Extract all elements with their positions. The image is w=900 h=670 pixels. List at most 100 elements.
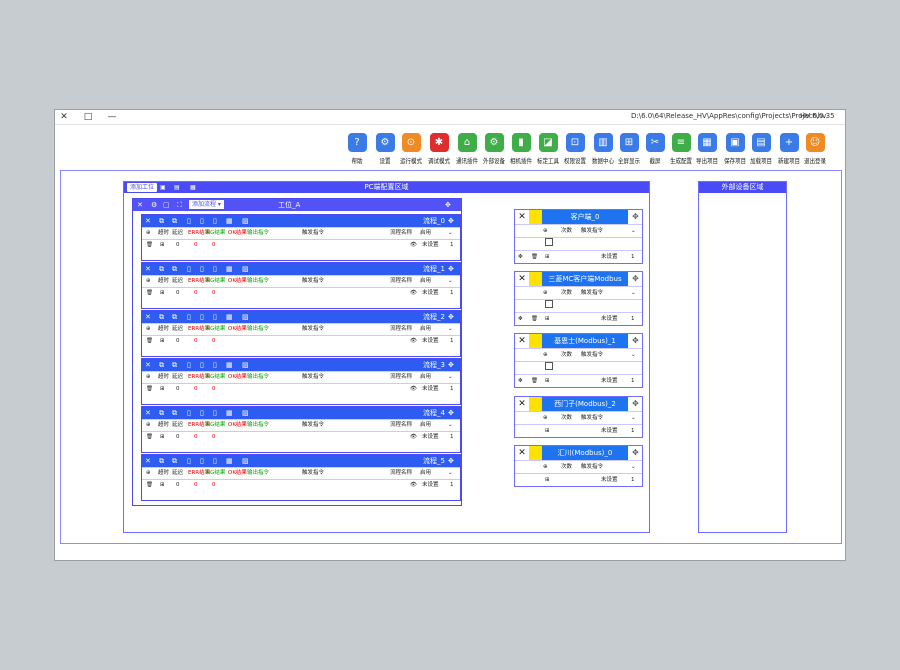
client-collapse-icon[interactable]: ⌄ — [631, 287, 636, 299]
flow-doc-icon[interactable]: ▯ — [187, 359, 191, 371]
client-add-icon[interactable]: ⊕ — [543, 225, 548, 237]
flow-collapse-icon[interactable]: ⌄ — [448, 324, 453, 335]
toolbar-button-17[interactable]: ? 帮助 — [344, 133, 370, 165]
add-station-button[interactable]: 添加工位 — [127, 183, 158, 192]
minimize-window-button[interactable]: — — [105, 111, 119, 123]
flow-copy-icon[interactable]: ⧉ — [159, 311, 164, 323]
pc-icon-b[interactable]: ▤ — [174, 183, 180, 192]
flow-move-icon[interactable]: ✥ — [448, 359, 454, 371]
flow-image-icon[interactable]: ▨ — [242, 263, 249, 275]
toolbar-button-12[interactable]: ⚙ 外部设备 — [481, 133, 507, 165]
flow-view-icon[interactable]: 👁 — [410, 384, 417, 395]
client-move2-icon[interactable]: ✥ — [518, 251, 523, 263]
client-edit-icon[interactable]: ⊞ — [545, 313, 550, 325]
client-move-icon[interactable]: ✥ — [629, 334, 642, 348]
flow-close-icon[interactable]: ✕ — [145, 215, 151, 227]
flow-close-icon[interactable]: ✕ — [145, 263, 151, 275]
client-edit-icon[interactable]: ⊞ — [545, 375, 550, 387]
toolbar-button-3[interactable]: ▣ 保存项目 — [722, 133, 748, 165]
client-delete-icon[interactable]: 🗑 — [531, 313, 538, 325]
flow-view-icon[interactable]: 👁 — [410, 480, 417, 491]
flow-collapse-icon[interactable]: ⌄ — [448, 420, 453, 431]
flow-err-value[interactable]: 0 — [212, 240, 216, 251]
flow-edit-icon[interactable]: ⊞ — [160, 480, 165, 491]
client-delete-icon[interactable]: 🗑 — [531, 375, 538, 387]
toolbar-button-0[interactable]: ☺ 退出登录 — [802, 133, 828, 165]
client-collapse-icon[interactable]: ⌄ — [631, 349, 636, 361]
flow-close-icon[interactable]: ✕ — [145, 359, 151, 371]
client-close-icon[interactable]: ✕ — [515, 210, 530, 224]
station-window-icon[interactable]: ▢ — [163, 199, 170, 211]
flow-grid-icon[interactable]: ▦ — [226, 455, 233, 467]
flow-err-value[interactable]: 0 — [212, 288, 216, 299]
add-flow-button[interactable]: 添加流程 ▾ — [189, 200, 224, 209]
toolbar-button-9[interactable]: ⊡ 权限设置 — [562, 133, 588, 165]
flow-timeout-value[interactable]: 0 — [194, 432, 198, 443]
flow-timeout-value[interactable]: 0 — [194, 336, 198, 347]
pc-icon-c[interactable]: ▦ — [190, 183, 196, 192]
client-move2-icon[interactable]: ✥ — [518, 375, 523, 387]
flow-move-icon[interactable]: ✥ — [448, 311, 454, 323]
flow-collapse-icon[interactable]: ⌄ — [448, 372, 453, 383]
client-move-icon[interactable]: ✥ — [629, 272, 642, 286]
station-gear-icon[interactable]: ⚙ — [151, 199, 157, 211]
flow-doc2-icon[interactable]: ▯ — [200, 263, 204, 275]
flow-delete-icon[interactable]: 🗑 — [146, 240, 153, 251]
client-move-icon[interactable]: ✥ — [629, 446, 642, 460]
client-add-icon[interactable]: ⊕ — [543, 461, 548, 473]
flow-doc-icon[interactable]: ▯ — [187, 215, 191, 227]
flow-doc-icon[interactable]: ▯ — [187, 311, 191, 323]
client-edit-icon[interactable]: ⊞ — [545, 474, 550, 486]
client-collapse-icon[interactable]: ⌄ — [631, 412, 636, 424]
flow-err-value[interactable]: 0 — [212, 336, 216, 347]
client-add-icon[interactable]: ⊕ — [543, 349, 548, 361]
flow-err-value[interactable]: 0 — [212, 432, 216, 443]
flow-image-icon[interactable]: ▨ — [242, 311, 249, 323]
flow-view-icon[interactable]: 👁 — [410, 288, 417, 299]
flow-doc2-icon[interactable]: ▯ — [200, 359, 204, 371]
client-close-icon[interactable]: ✕ — [515, 334, 530, 348]
flow-doc3-icon[interactable]: ▯ — [213, 407, 217, 419]
flow-close-icon[interactable]: ✕ — [145, 407, 151, 419]
toolbar-button-7[interactable]: ⊞ 全屏显示 — [616, 133, 642, 165]
flow-collapse-icon[interactable]: ⌄ — [448, 276, 453, 287]
flow-delay-value[interactable]: 0 — [176, 288, 180, 299]
flow-image-icon[interactable]: ▨ — [242, 359, 249, 371]
flow-grid-icon[interactable]: ▦ — [226, 359, 233, 371]
flow-doc2-icon[interactable]: ▯ — [200, 455, 204, 467]
flow-grid-icon[interactable]: ▦ — [226, 215, 233, 227]
flow-doc3-icon[interactable]: ▯ — [213, 215, 217, 227]
flow-grid-icon[interactable]: ▦ — [226, 311, 233, 323]
flow-doc3-icon[interactable]: ▯ — [213, 455, 217, 467]
flow-doc3-icon[interactable]: ▯ — [213, 311, 217, 323]
flow-delete-icon[interactable]: 🗑 — [146, 432, 153, 443]
flow-add-icon[interactable]: ⊕ — [146, 276, 151, 287]
client-collapse-icon[interactable]: ⌄ — [631, 461, 636, 473]
toolbar-button-1[interactable]: + 新建项目 — [776, 133, 802, 165]
flow-copy-icon[interactable]: ⧉ — [159, 263, 164, 275]
flow-delay-value[interactable]: 0 — [176, 480, 180, 491]
flow-err-value[interactable]: 0 — [212, 480, 216, 491]
client-delete-icon[interactable]: 🗑 — [531, 251, 538, 263]
toolbar-button-16[interactable]: ⚙ 设置 — [372, 133, 398, 165]
flow-delete-icon[interactable]: 🗑 — [146, 288, 153, 299]
flow-move-icon[interactable]: ✥ — [448, 407, 454, 419]
station-expand-icon[interactable]: ⛶ — [177, 199, 182, 211]
flow-timeout-value[interactable]: 0 — [194, 240, 198, 251]
flow-copy2-icon[interactable]: ⧉ — [172, 359, 177, 371]
flow-edit-icon[interactable]: ⊞ — [160, 240, 165, 251]
client-move2-icon[interactable]: ✥ — [518, 313, 523, 325]
pc-icon-a[interactable]: ▣ — [160, 183, 166, 192]
flow-add-icon[interactable]: ⊕ — [146, 372, 151, 383]
flow-view-icon[interactable]: 👁 — [410, 336, 417, 347]
toolbar-button-2[interactable]: ▤ 加载项目 — [748, 133, 774, 165]
toolbar-button-11[interactable]: ▮ 相机插件 — [508, 133, 534, 165]
client-close-icon[interactable]: ✕ — [515, 272, 530, 286]
flow-copy2-icon[interactable]: ⧉ — [172, 263, 177, 275]
flow-edit-icon[interactable]: ⊞ — [160, 336, 165, 347]
flow-grid-icon[interactable]: ▦ — [226, 407, 233, 419]
station-move-icon[interactable]: ✥ — [445, 199, 451, 211]
flow-delay-value[interactable]: 0 — [176, 432, 180, 443]
flow-move-icon[interactable]: ✥ — [448, 215, 454, 227]
flow-move-icon[interactable]: ✥ — [448, 263, 454, 275]
